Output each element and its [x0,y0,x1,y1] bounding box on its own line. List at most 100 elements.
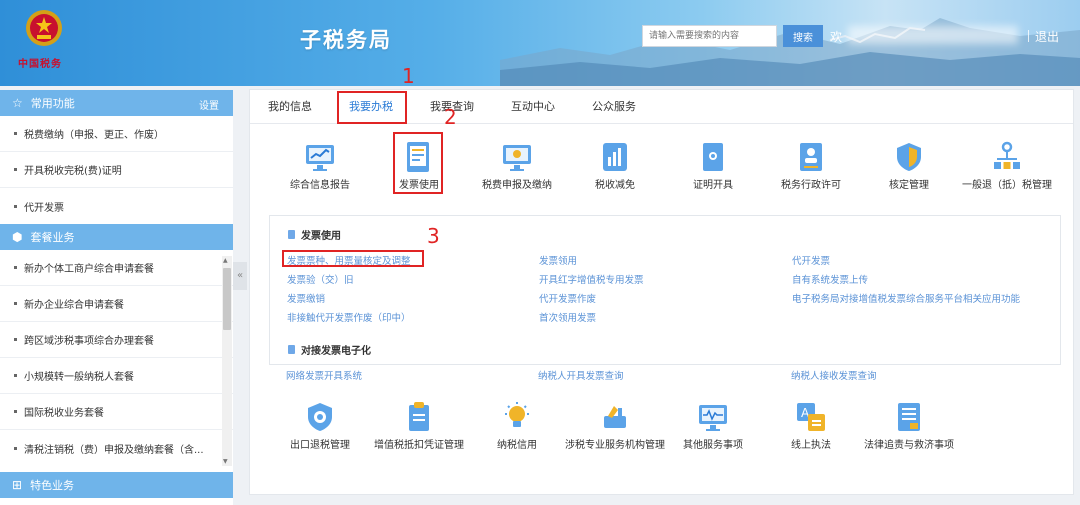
header-divider [1028,30,1029,42]
service-assessment-management[interactable]: 核定管理 [859,140,959,192]
bullet-icon [14,410,17,413]
service-professional-agency[interactable]: 涉税专业服务机构管理 [565,400,665,452]
section-title: 特色业务 [30,479,75,492]
main-panel: 我的信息 我要办税 我要查询 互动中心 公众服务 综合信息报告 发票使用 税费申… [249,89,1074,495]
service-export-refund[interactable]: 出口退税管理 [270,400,370,452]
annotation-number-1: 1 [402,64,415,88]
document-icon [288,345,295,354]
certificate-icon [703,143,723,171]
tax-logo-text: 中国税务 [18,59,62,70]
sidebar-item[interactable]: 清税注销税（费）申报及缴纳套餐（含... [0,430,233,466]
link-invoice-verify[interactable]: 发票验（交）旧 [287,272,354,286]
scroll-down-icon[interactable]: ▼ [223,458,228,465]
scroll-up-icon[interactable]: ▲ [223,257,228,264]
lightbulb-icon [505,402,529,427]
service-online-enforcement[interactable]: A 线上执法 [761,400,861,452]
tab-interaction[interactable]: 互动中心 [511,90,592,124]
scrollbar-thumb[interactable] [223,268,231,330]
bullet-icon [14,204,17,208]
translate-icon: A [797,403,825,431]
link-issued-query[interactable]: 纳税人开具发票查询 [538,368,624,382]
national-emblem-icon [26,10,62,46]
document-icon [288,230,295,239]
link-invoice-cancel[interactable]: 发票缴销 [287,291,325,305]
bullet-icon [14,266,17,269]
service-certificate-issue[interactable]: 证明开具 [663,140,763,192]
submenu-section-title: 发票使用 [288,227,341,242]
bullet-icon [14,338,17,341]
site-title: 子税务局 [300,28,392,52]
bullet-icon [14,132,17,135]
package-icon: ⬢ [12,230,23,244]
monitor-wave-icon [699,405,727,431]
shield-icon [897,143,921,171]
link-contactless-void[interactable]: 非接触代开发票作废（印中） [287,310,411,324]
sidebar-item[interactable]: 开具税收完税(费)证明 [0,152,233,188]
annotation-box-3 [282,250,424,267]
search-input[interactable] [642,25,777,47]
tab-public-service[interactable]: 公众服务 [592,90,673,124]
sidebar-section-common[interactable]: ☆ 常用功能 设置 [0,90,233,116]
service-legal-remedy[interactable]: 法律追责与救济事项 [859,400,959,452]
service-tax-reduction[interactable]: 税收减免 [565,140,665,192]
submenu-section-title: 对接发票电子化 [288,342,371,357]
section-title: 套餐业务 [30,231,75,244]
annotation-number-2: 2 [444,105,457,129]
sidebar-section-packages[interactable]: ⬢ 套餐业务 [0,224,233,250]
link-network-invoice[interactable]: 网络发票开具系统 [286,368,362,382]
service-tax-credit[interactable]: 纳税信用 [467,400,567,452]
org-chart-icon [994,141,1020,169]
annotation-number-3: 3 [427,224,440,248]
blurred-username [848,26,1018,44]
service-declaration-payment[interactable]: 税费申报及缴纳 [467,140,567,192]
link-system-upload[interactable]: 自有系统发票上传 [792,272,868,286]
link-first-receive[interactable]: 首次领用发票 [539,310,596,324]
sidebar-item[interactable]: 小规模转一般纳税人套餐 [0,358,233,394]
link-issue-void[interactable]: 代开发票作废 [539,291,596,305]
service-other-matters[interactable]: 其他服务事项 [663,400,763,452]
sidebar-section-featured[interactable]: ⊞ 特色业务 [0,472,233,498]
grid-icon: ⊞ [12,478,23,492]
sidebar-item[interactable]: 新办企业综合申请套餐 [0,286,233,322]
sidebar-item[interactable]: 跨区域涉税事项综合办理套餐 [0,322,233,358]
sidebar-item[interactable]: 新办个体工商户综合申请套餐 [0,250,233,286]
sidebar: ☆ 常用功能 设置 税费缴纳（申报、更正、作废） 开具税收完税(费)证明 代开发… [0,90,233,505]
header-banner: 中国税务 子税务局 搜索 欢 退出 [0,0,1080,86]
sidebar-item[interactable]: 代开发票 [0,188,233,224]
link-red-invoice[interactable]: 开具红字增值税专用发票 [539,272,644,286]
service-admin-license[interactable]: 税务行政许可 [761,140,861,192]
link-received-query[interactable]: 纳税人接收发票查询 [791,368,877,382]
star-icon: ☆ [12,96,23,110]
tools-icon [604,406,626,428]
sidebar-item[interactable]: 国际税收业务套餐 [0,394,233,430]
bullet-icon [14,374,17,377]
annotation-box-1 [337,91,407,124]
collapse-sidebar-button[interactable]: « [233,262,247,290]
sidebar-scrollbar[interactable]: ▲ ▼ [222,256,232,466]
invoice-submenu-panel: 发票使用 发票票种、用票量核定及调整 发票领用 代开发票 发票验（交）旧 开具红… [269,215,1061,365]
monitor-chart-icon [306,145,334,171]
monitor-icon [503,145,531,171]
clipboard-icon [409,402,429,431]
service-tax-refund[interactable]: 一般退（抵）税管理 [957,140,1057,192]
service-vat-deduction[interactable]: 增值税抵扣凭证管理 [369,400,469,452]
tab-query[interactable]: 我要查询 [430,90,511,124]
link-issue-invoice[interactable]: 代开发票 [792,253,830,267]
bullet-icon [14,446,17,450]
bullet-icon [14,168,17,171]
settings-link[interactable]: 设置 [199,97,219,112]
shield-check-icon [308,403,332,431]
service-general-report[interactable]: 综合信息报告 [270,140,370,192]
bar-chart-icon [603,143,627,171]
link-platform-integration[interactable]: 电子税务局对接增值税发票综合服务平台相关应用功能 [792,291,1020,305]
link-invoice-receive[interactable]: 发票领用 [539,253,577,267]
logout-link[interactable]: 退出 [1035,28,1059,45]
welcome-text: 欢 [830,30,843,44]
section-title: 常用功能 [30,97,75,110]
tab-bar: 我的信息 我要办税 我要查询 互动中心 公众服务 [250,90,673,124]
badge-person-icon [800,143,822,171]
document-list-icon [898,403,920,431]
search-button[interactable]: 搜索 [783,25,823,47]
annotation-box-2 [393,132,443,194]
sidebar-item[interactable]: 税费缴纳（申报、更正、作废） [0,116,233,152]
